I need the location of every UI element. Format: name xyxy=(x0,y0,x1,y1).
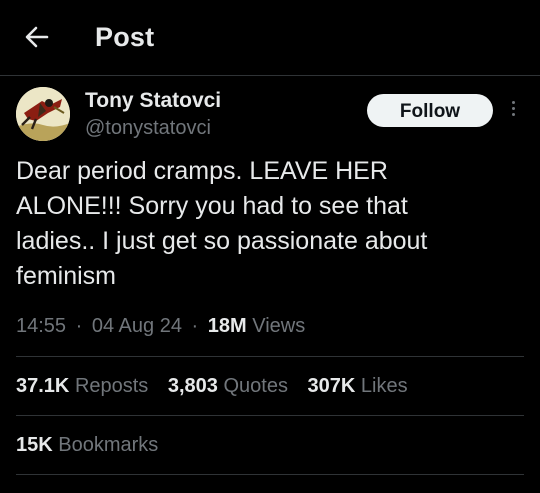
header-divider xyxy=(0,75,540,76)
author-handle: @tonystatovci xyxy=(85,117,211,139)
divider xyxy=(16,474,524,475)
more-vertical-icon xyxy=(505,101,521,116)
tweet-text-line: ALONE!!! Sorry you had to see that xyxy=(16,192,408,220)
tweet-text: Dear period cramps. LEAVE HER ALONE!!! S… xyxy=(16,154,521,294)
reposts-label: Reposts xyxy=(74,375,149,397)
quotes-count: 3,803 xyxy=(167,375,218,397)
views-label: Views xyxy=(252,315,306,337)
likes-stat[interactable]: 307K Likes xyxy=(308,375,408,397)
post-date[interactable]: 04 Aug 24 xyxy=(92,315,182,337)
views-count: 18M xyxy=(207,315,247,337)
author-display-name[interactable]: Tony Statovci xyxy=(85,89,221,113)
tweet-text-line: ladies.. I just get so passionate about xyxy=(16,227,428,255)
meta-separator: · xyxy=(191,315,199,337)
bookmarks-label: Bookmarks xyxy=(58,434,159,456)
page-title: Post xyxy=(95,22,155,52)
bookmarks-stat[interactable]: 15K Bookmarks xyxy=(16,434,172,457)
arrow-left-icon xyxy=(25,26,49,48)
top-bar: Post xyxy=(0,0,540,76)
post-time[interactable]: 14:55 xyxy=(16,315,66,337)
engagement-stats: 37.1K Reposts 3,803 Quotes 307K Likes xyxy=(16,375,422,398)
quotes-stat[interactable]: 3,803 Quotes xyxy=(168,375,288,397)
reposts-count: 37.1K xyxy=(16,375,70,397)
back-button[interactable] xyxy=(20,22,54,52)
meta-separator: · xyxy=(75,315,83,337)
tweet-text-line: feminism xyxy=(16,262,117,290)
quotes-label: Quotes xyxy=(223,375,288,397)
tweet-text-line: Dear period cramps. LEAVE HER xyxy=(16,157,388,185)
avatar[interactable] xyxy=(16,87,70,141)
likes-count: 307K xyxy=(307,375,356,397)
more-options-button[interactable] xyxy=(505,98,521,124)
divider xyxy=(16,415,524,416)
reposts-stat[interactable]: 37.1K Reposts xyxy=(16,375,148,397)
divider xyxy=(16,356,524,357)
likes-label: Likes xyxy=(360,375,408,397)
post-metadata: 14:55 · 04 Aug 24 · 18M Views xyxy=(16,315,305,338)
bookmarks-count: 15K xyxy=(16,434,53,456)
profile-avatar-icon xyxy=(16,87,70,141)
follow-button[interactable]: Follow xyxy=(367,94,493,127)
